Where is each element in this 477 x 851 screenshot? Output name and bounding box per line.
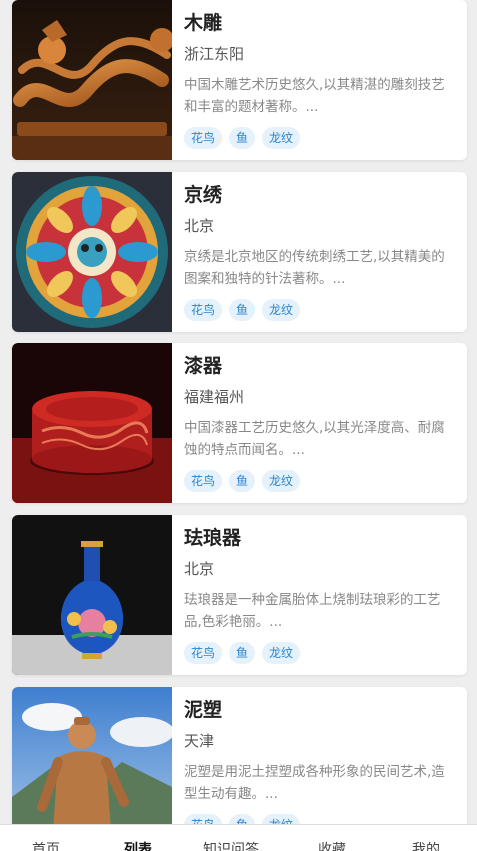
tag[interactable]: 花鸟 — [184, 642, 223, 664]
craft-title: 漆器 — [184, 355, 223, 377]
tag[interactable]: 鱼 — [229, 127, 256, 149]
craft-title: 木雕 — [184, 12, 223, 34]
tag[interactable]: 鱼 — [229, 470, 256, 492]
tag[interactable]: 花鸟 — [184, 299, 223, 321]
tag[interactable]: 花鸟 — [184, 127, 223, 149]
craft-title: 珐琅器 — [184, 527, 242, 549]
craft-title: 京绣 — [184, 184, 223, 206]
craft-description: 中国木雕艺术历史悠久,以其精湛的雕刻技艺和丰富的题材著称。... — [184, 77, 445, 115]
craft-image — [12, 687, 172, 847]
craft-image — [12, 172, 172, 332]
tag-list: 花鸟鱼龙纹 — [184, 642, 453, 664]
craft-region: 福建福州 — [184, 388, 245, 406]
craft-card-cloisonne[interactable]: 珐琅器 北京 珐琅器是一种金属胎体上烧制珐琅彩的工艺品,色彩艳丽。... 花鸟鱼… — [12, 515, 467, 675]
bottom-tab-bar: 首页 列表 知识问答 收藏 我的 — [0, 824, 477, 851]
craft-card-lacquerware[interactable]: 漆器 福建福州 中国漆器工艺历史悠久,以其光泽度高、耐腐蚀的特点而闻名。... … — [12, 343, 467, 503]
craft-image — [12, 343, 172, 503]
tag[interactable]: 鱼 — [229, 642, 256, 664]
craft-description: 京绣是北京地区的传统刺绣工艺,以其精美的图案和独特的针法著称。... — [184, 249, 445, 287]
tag-list: 花鸟鱼龙纹 — [184, 470, 453, 492]
craft-region: 浙江东阳 — [184, 45, 245, 63]
craft-description: 泥塑是用泥土捏塑成各种形象的民间艺术,造型生动有趣。... — [184, 764, 445, 802]
tag[interactable]: 龙纹 — [262, 642, 301, 664]
tag-list: 花鸟鱼龙纹 — [184, 299, 453, 321]
tag-list: 花鸟鱼龙纹 — [184, 127, 453, 149]
craft-image — [12, 0, 172, 160]
tag[interactable]: 龙纹 — [262, 299, 301, 321]
craft-card-embroidery[interactable]: 京绣 北京 京绣是北京地区的传统刺绣工艺,以其精美的图案和独特的针法著称。...… — [12, 172, 467, 332]
craft-image — [12, 515, 172, 675]
tag[interactable]: 龙纹 — [262, 127, 301, 149]
craft-card-wood-carving[interactable]: 木雕 浙江东阳 中国木雕艺术历史悠久,以其精湛的雕刻技艺和丰富的题材著称。...… — [12, 0, 467, 160]
craft-region: 北京 — [184, 217, 215, 235]
craft-description: 中国漆器工艺历史悠久,以其光泽度高、耐腐蚀的特点而闻名。... — [184, 420, 445, 458]
craft-card-clay-sculpture[interactable]: 泥塑 天津 泥塑是用泥土捏塑成各种形象的民间艺术,造型生动有趣。... 花鸟鱼龙… — [12, 687, 467, 847]
craft-description: 珐琅器是一种金属胎体上烧制珐琅彩的工艺品,色彩艳丽。... — [184, 592, 441, 630]
craft-region: 北京 — [184, 560, 215, 578]
tag[interactable]: 龙纹 — [262, 470, 301, 492]
craft-title: 泥塑 — [184, 699, 223, 721]
tag[interactable]: 花鸟 — [184, 470, 223, 492]
craft-region: 天津 — [184, 732, 215, 750]
tag[interactable]: 鱼 — [229, 299, 256, 321]
